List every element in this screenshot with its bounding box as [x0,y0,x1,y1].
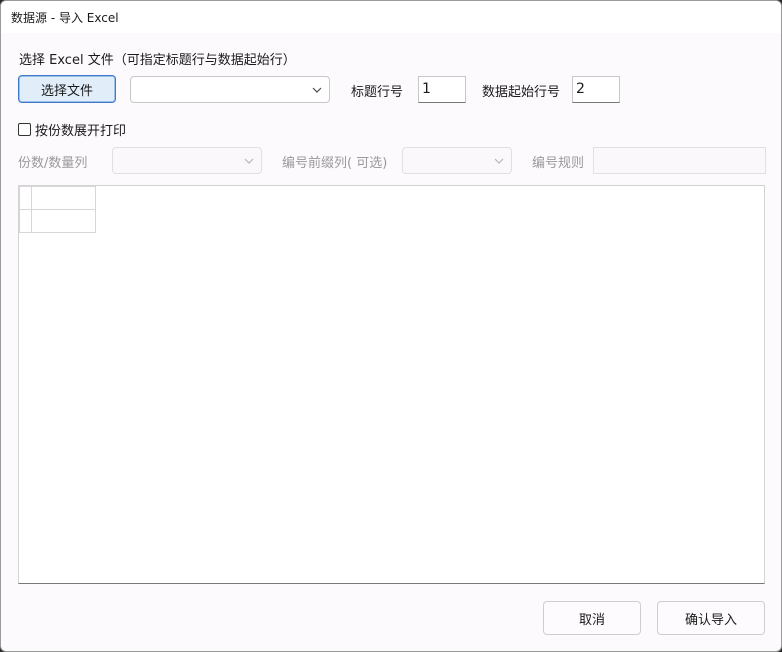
copies-column-select[interactable] [112,147,262,174]
row-header-cell[interactable] [19,209,32,233]
preview-table [19,186,96,233]
header-row-label: 标题行号 [351,85,404,100]
choose-file-button[interactable]: 选择文件 [18,75,116,103]
data-start-row-input[interactable]: 2 [572,76,620,103]
data-preview-grid[interactable] [18,185,765,584]
expand-by-copies-option[interactable]: 按份数展开打印 [18,120,126,139]
expand-by-copies-label: 按份数展开打印 [35,124,127,139]
chevron-down-icon [312,87,322,93]
table-cell[interactable] [31,186,96,210]
prefix-column-select[interactable] [402,147,512,174]
file-section-label: 选择 Excel 文件（可指定标题行与数据起始行） [19,53,296,68]
numbering-rule-input[interactable] [593,147,766,174]
prefix-column-label: 编号前缀列( 可选) [282,156,388,171]
sheet-select[interactable] [130,76,330,103]
copies-column-label: 份数/数量列 [18,156,88,171]
data-start-row-label: 数据起始行号 [482,85,561,100]
numbering-rule-label: 编号规则 [532,156,585,171]
row-header-cell[interactable] [19,186,32,210]
confirm-import-button[interactable]: 确认导入 [657,601,765,635]
cancel-button[interactable]: 取消 [543,601,641,635]
expand-by-copies-checkbox[interactable] [18,123,31,136]
import-excel-dialog: 数据源 - 导入 Excel 选择 Excel 文件（可指定标题行与数据起始行）… [0,0,782,652]
title-bar: 数据源 - 导入 Excel [1,1,781,33]
table-row [19,209,96,233]
chevron-down-icon [244,158,254,164]
table-row [19,186,96,210]
chevron-down-icon [494,158,504,164]
window-title: 数据源 - 导入 Excel [11,11,119,25]
header-row-input[interactable]: 1 [418,76,466,103]
table-cell[interactable] [31,209,96,233]
